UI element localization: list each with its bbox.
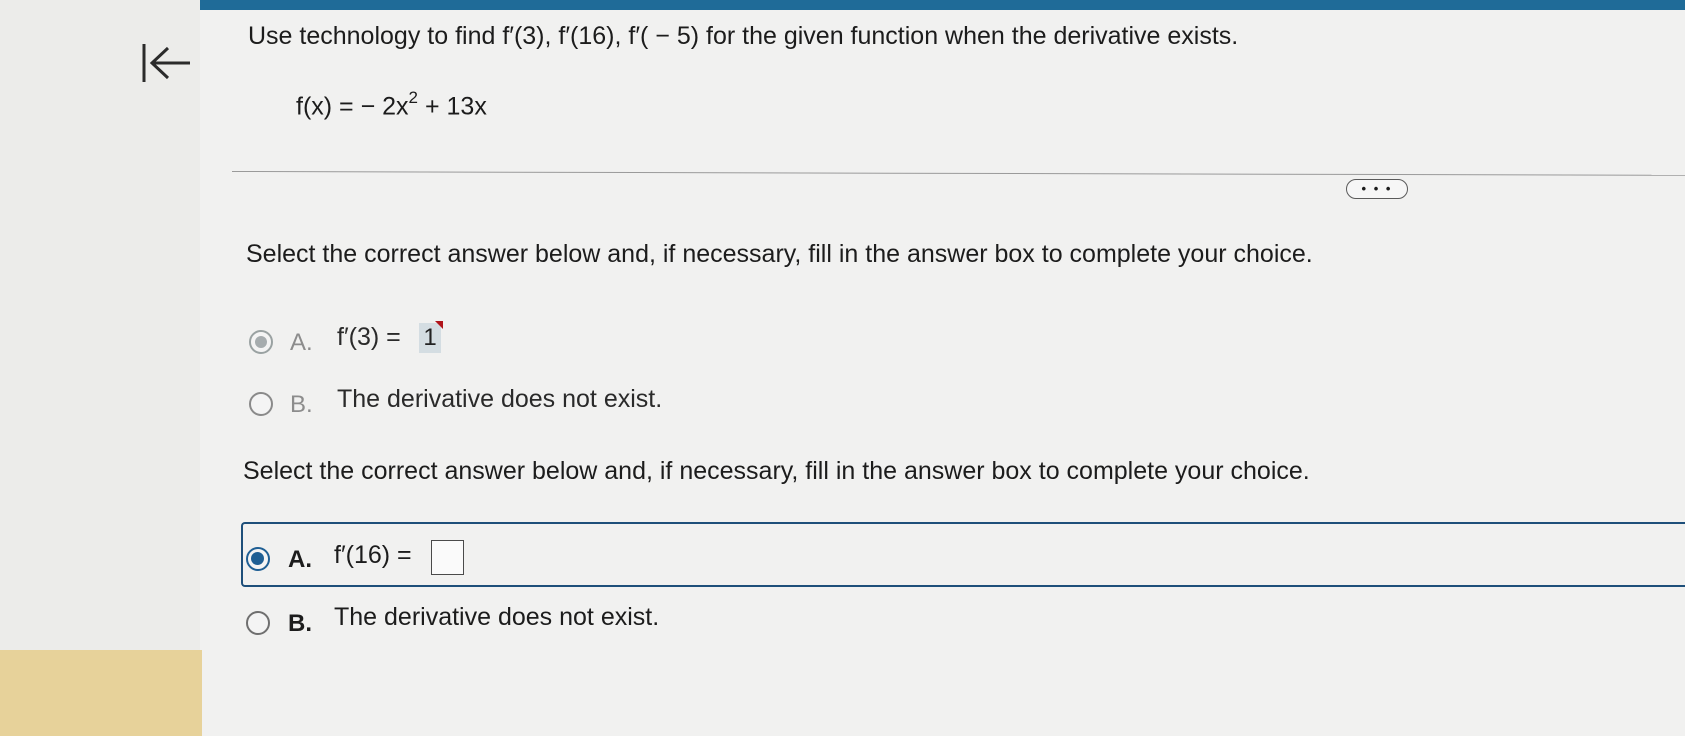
function-expression: f(x) = − 2x2 + 13x — [296, 88, 487, 121]
incorrect-marker-icon — [435, 321, 443, 329]
function-exponent: 2 — [408, 88, 419, 107]
part2-option-b-radio[interactable] — [246, 611, 270, 635]
part1-instruction: Select the correct answer below and, if … — [246, 240, 1313, 268]
part1-option-a-text: f′(3) = — [337, 323, 401, 351]
question-text: Use technology to find f′(3), f′(16), f′… — [248, 22, 1239, 50]
part2-instruction: Select the correct answer below and, if … — [243, 457, 1310, 485]
part1-option-a-radio[interactable] — [249, 330, 273, 354]
part1-option-b-letter: B. — [290, 391, 313, 418]
left-highlight-panel — [0, 650, 202, 736]
function-prefix: f(x) = − 2x — [296, 92, 409, 121]
part1-option-b-text: The derivative does not exist. — [337, 385, 663, 413]
part1-answer-box[interactable]: 1 — [419, 321, 443, 353]
part2-option-a-letter: A. — [288, 546, 312, 573]
more-button[interactable]: • • • — [1346, 179, 1408, 199]
function-suffix: + 13x — [418, 92, 487, 121]
part1-option-a-letter: A. — [290, 329, 313, 356]
part2-option-b-letter: B. — [288, 610, 312, 637]
part2-option-a-radio[interactable] — [246, 547, 270, 571]
part2-option-a-text: f′(16) = — [334, 541, 412, 569]
part1-option-b-radio[interactable] — [249, 392, 273, 416]
left-gutter — [0, 0, 200, 736]
first-page-icon[interactable] — [138, 40, 194, 86]
part2-option-b-text: The derivative does not exist. — [334, 603, 660, 631]
top-accent-bar — [200, 0, 1685, 10]
section-divider — [231, 171, 1685, 176]
more-button-label: • • • — [1361, 181, 1393, 196]
part2-answer-input[interactable] — [431, 540, 464, 575]
